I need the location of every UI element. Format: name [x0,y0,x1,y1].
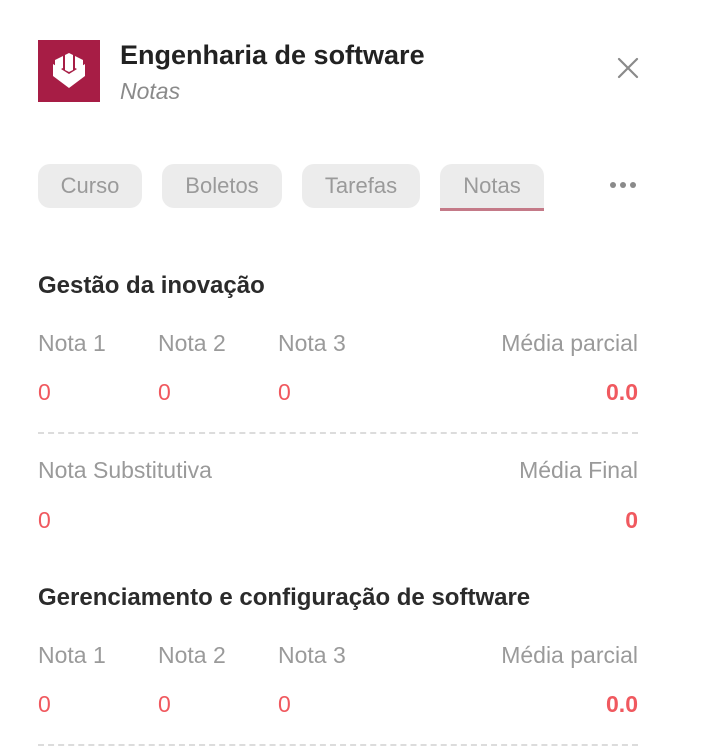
grade-label-substitute: Nota Substitutiva [38,457,212,483]
tab-tarefas[interactable]: Tarefas [302,164,420,208]
grade-value-nota1: 0 [38,691,51,717]
grade-value-nota2: 0 [158,379,171,405]
active-tab-indicator [440,208,544,211]
subject-title: Gestão da inovação [38,272,265,299]
grade-label-nota2: Nota 2 [158,642,226,668]
grade-value-partial-average: 0.0 [606,691,638,717]
grade-label-nota1: Nota 1 [38,642,106,668]
grade-label-nota3: Nota 3 [278,642,346,668]
grade-value-nota3: 0 [278,691,291,717]
grade-value-nota2: 0 [158,691,171,717]
grade-label-final-average: Média Final [519,457,638,483]
tab-boletos[interactable]: Boletos [162,164,282,208]
grade-label-partial-average: Média parcial [501,330,638,356]
book-shield-icon [53,53,85,88]
more-dot-icon [610,182,616,188]
grade-label-partial-average: Média parcial [501,642,638,668]
grade-value-final-average: 0 [625,507,638,533]
page-subtitle: Notas [120,78,181,104]
more-options-button[interactable] [610,180,640,190]
grade-label-nota2: Nota 2 [158,330,226,356]
course-title: Engenharia de software [120,40,425,70]
close-button[interactable] [616,56,640,80]
subject-title: Gerenciamento e configuração de software [38,584,531,611]
more-dot-icon [620,182,626,188]
tab-bar: Curso Boletos Tarefas Notas [38,164,644,214]
more-dot-icon [630,182,636,188]
course-header: Engenharia de software Notas [38,40,640,104]
grade-value-substitute: 0 [38,507,51,533]
tab-notas[interactable]: Notas [440,164,544,208]
divider [38,744,638,746]
tab-curso[interactable]: Curso [38,164,142,208]
close-icon [617,57,639,79]
grade-value-partial-average: 0.0 [606,379,638,405]
institution-logo [38,40,100,102]
grade-label-nota1: Nota 1 [38,330,106,356]
grade-label-nota3: Nota 3 [278,330,346,356]
grade-value-nota1: 0 [38,379,51,405]
divider [38,432,638,434]
grade-value-nota3: 0 [278,379,291,405]
